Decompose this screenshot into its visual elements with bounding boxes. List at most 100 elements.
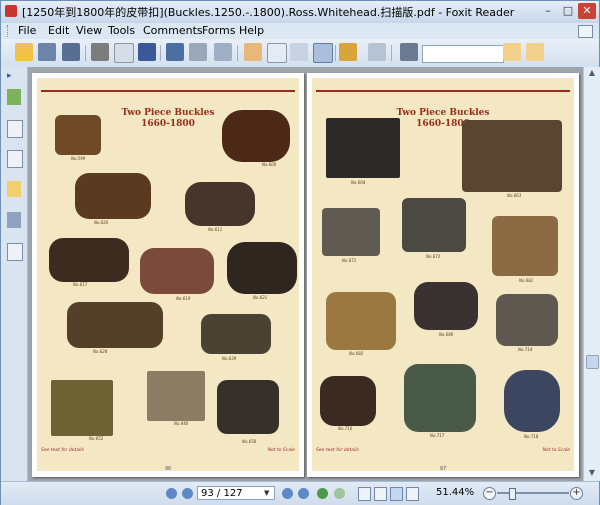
- buckle-image: [320, 376, 376, 426]
- find-prev-icon[interactable]: [526, 43, 544, 61]
- buckle-image: [75, 173, 151, 219]
- print-icon[interactable]: [91, 43, 109, 61]
- menu-view[interactable]: View: [76, 24, 102, 37]
- toolbar-separator: [391, 45, 392, 61]
- buckle-label: No.640: [174, 421, 189, 426]
- buckle-label: No.628: [93, 349, 108, 354]
- find-files-icon[interactable]: [189, 43, 207, 61]
- menu-file[interactable]: File: [18, 24, 36, 37]
- go-forward-icon[interactable]: [334, 488, 345, 499]
- zoom-slider-knob[interactable]: [509, 488, 516, 500]
- open-icon[interactable]: [15, 43, 33, 61]
- menu-forms[interactable]: Forms: [202, 24, 235, 37]
- sign-icon[interactable]: [368, 43, 386, 61]
- buckle-image: [504, 370, 560, 432]
- continuous-facing-icon[interactable]: [406, 487, 419, 501]
- menu-edit[interactable]: Edit: [48, 24, 69, 37]
- hand-tool-icon[interactable]: [244, 43, 262, 61]
- toolbar-separator: [237, 45, 238, 61]
- email-icon[interactable]: [114, 43, 134, 63]
- save-icon[interactable]: [38, 43, 56, 61]
- zoom-in-icon[interactable]: +: [570, 487, 583, 500]
- buckle-image: [51, 380, 113, 436]
- next-page-icon[interactable]: [282, 488, 293, 499]
- page-number: 96: [164, 466, 172, 472]
- signatures-icon[interactable]: [7, 243, 23, 261]
- first-page-icon[interactable]: [166, 488, 177, 499]
- save-as-icon[interactable]: [62, 43, 80, 61]
- buckle-image: [462, 120, 562, 192]
- buckle-image: [404, 364, 476, 432]
- scan-image: Two Piece Buckles 1660-1800 No.664 No.66…: [312, 78, 574, 471]
- close-button[interactable]: ✕: [578, 3, 596, 19]
- snapshot-icon[interactable]: [313, 43, 333, 63]
- chevron-down-icon[interactable]: ▼: [264, 487, 273, 499]
- lock-icon[interactable]: [339, 43, 357, 61]
- page-rule: [41, 90, 295, 92]
- buckle-label: No.716: [338, 426, 353, 431]
- snapshot-page-icon[interactable]: [214, 43, 232, 61]
- buckle-label: No.717: [430, 433, 445, 438]
- attachments-icon[interactable]: [7, 212, 21, 228]
- buckle-label: No.658: [242, 439, 257, 444]
- document-area[interactable]: Two Piece Buckles 1660-1800 No.599 No.60…: [28, 67, 583, 481]
- scroll-up-icon[interactable]: ▲: [587, 69, 597, 77]
- page-number-field[interactable]: 93 / 127 ▼: [197, 486, 275, 500]
- menu-bar: File Edit View Tools Comments Forms Help: [1, 23, 599, 39]
- single-page-icon[interactable]: [358, 487, 371, 501]
- menu-comments[interactable]: Comments: [143, 24, 203, 37]
- previous-page-icon[interactable]: [182, 488, 193, 499]
- search-input[interactable]: [422, 45, 504, 63]
- buckle-label: No.600: [262, 162, 277, 167]
- title-bar: [1250年到1800年的皮带扣](Buckles.1250.-.1800).R…: [1, 1, 599, 23]
- select-text-icon[interactable]: [290, 43, 308, 61]
- toolbar-separator: [335, 45, 336, 61]
- buckle-image: [147, 371, 205, 421]
- page-title: Two Piece Buckles: [396, 108, 490, 118]
- buckle-label: No.714: [518, 347, 533, 352]
- scroll-down-icon[interactable]: ▼: [587, 469, 597, 477]
- buckle-image: [414, 282, 478, 330]
- scan-image: Two Piece Buckles 1660-1800 No.599 No.60…: [37, 78, 299, 471]
- buckle-label: No.639: [222, 356, 237, 361]
- layers-icon[interactable]: [7, 150, 23, 168]
- buckle-label: No.671: [342, 258, 357, 263]
- page-rule: [316, 90, 570, 92]
- buckle-image: [217, 380, 279, 434]
- navigation-panel: ▸: [1, 67, 28, 481]
- buckle-label: No.672: [426, 254, 441, 259]
- scroll-thumb[interactable]: [586, 355, 599, 369]
- maximize-button[interactable]: □: [559, 3, 577, 19]
- buckle-image: [67, 302, 163, 348]
- restore-doc-icon[interactable]: [578, 25, 593, 38]
- zoom-slider[interactable]: [497, 488, 569, 500]
- minimize-button[interactable]: –: [539, 3, 557, 19]
- find-next-icon[interactable]: [503, 43, 521, 61]
- buckle-image: [201, 314, 271, 354]
- vertical-scrollbar[interactable]: ▲ ▼: [583, 67, 600, 481]
- last-page-icon[interactable]: [298, 488, 309, 499]
- buckle-label: No.663: [507, 193, 522, 198]
- select-arrow-icon[interactable]: [267, 43, 287, 63]
- pages-icon[interactable]: [7, 120, 23, 138]
- buckle-image: [185, 182, 255, 226]
- toolbar-separator: [160, 45, 161, 61]
- go-back-icon[interactable]: [317, 488, 328, 499]
- buckle-image: [55, 115, 101, 155]
- buckle-label: No.652: [89, 436, 104, 441]
- continuous-icon[interactable]: [374, 487, 387, 501]
- fullscreen-icon[interactable]: [166, 43, 184, 61]
- buckle-label: No.619: [176, 296, 191, 301]
- comments-icon[interactable]: [7, 181, 21, 197]
- facebook-icon[interactable]: [138, 43, 156, 61]
- menu-help[interactable]: Help: [239, 24, 264, 37]
- facing-icon[interactable]: [390, 487, 403, 501]
- binoculars-icon[interactable]: [400, 43, 418, 61]
- panel-expand-icon[interactable]: ▸: [7, 71, 21, 87]
- footer-scale: Not to Scale: [542, 448, 570, 453]
- buckle-label: No.599: [71, 156, 86, 161]
- bookmarks-icon[interactable]: [7, 89, 21, 105]
- menu-tools[interactable]: Tools: [108, 24, 135, 37]
- footer-note: See text for details: [316, 448, 359, 453]
- zoom-out-icon[interactable]: −: [483, 487, 496, 500]
